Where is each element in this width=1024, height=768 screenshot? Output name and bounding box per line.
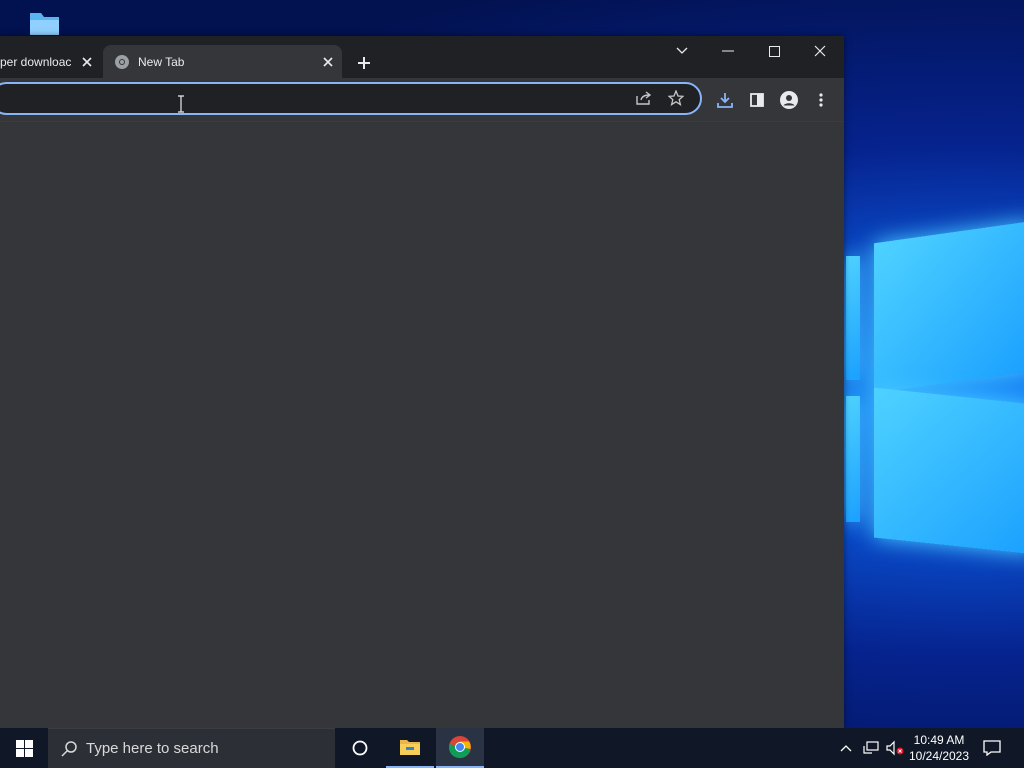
close-tab-icon[interactable] xyxy=(318,52,338,72)
chrome-icon xyxy=(448,736,471,759)
clock-date: 10/24/2023 xyxy=(908,749,970,763)
volume-muted-icon xyxy=(886,740,904,756)
close-icon xyxy=(814,45,826,57)
bookmark-star-icon[interactable] xyxy=(664,86,688,110)
browser-toolbar xyxy=(0,78,844,122)
tab-strip: per downloac New Tab xyxy=(0,36,844,78)
start-button[interactable] xyxy=(0,728,48,768)
notification-icon xyxy=(983,740,1001,756)
file-explorer-button[interactable] xyxy=(386,728,434,768)
close-tab-icon[interactable] xyxy=(77,52,97,72)
taskbar: Type here to search 10:49 AM 10/24/2023 xyxy=(0,728,1024,768)
network-icon xyxy=(863,741,879,754)
profile-avatar-icon[interactable] xyxy=(777,88,801,112)
cortana-circle-icon xyxy=(352,740,368,756)
chrome-taskbar-button[interactable] xyxy=(436,728,484,768)
address-bar[interactable] xyxy=(0,82,702,115)
maximize-icon xyxy=(768,45,780,57)
tab-title: New Tab xyxy=(138,54,185,69)
share-icon[interactable] xyxy=(632,86,656,110)
download-icon[interactable] xyxy=(713,88,737,112)
tab-new-tab[interactable]: New Tab xyxy=(103,45,342,78)
tab-downloads[interactable]: per downloac xyxy=(0,45,101,78)
search-icon xyxy=(61,740,77,757)
tab-title: per downloac xyxy=(0,54,72,69)
cortana-button[interactable] xyxy=(336,728,384,768)
taskbar-clock[interactable]: 10:49 AM 10/24/2023 xyxy=(908,732,970,764)
volume-button[interactable] xyxy=(884,728,906,768)
taskbar-search-box[interactable]: Type here to search xyxy=(48,728,335,768)
wallpaper-logo-pane xyxy=(874,220,1024,394)
maximize-button[interactable] xyxy=(751,36,797,66)
show-hidden-icons-button[interactable] xyxy=(836,728,856,768)
folder-icon[interactable] xyxy=(29,12,60,36)
close-window-button[interactable] xyxy=(797,36,843,66)
page-content xyxy=(0,122,844,728)
file-explorer-icon xyxy=(400,740,420,755)
address-input[interactable] xyxy=(6,89,630,111)
plus-icon xyxy=(358,57,370,69)
chrome-favicon-icon xyxy=(115,54,129,69)
chevron-up-icon xyxy=(840,745,852,752)
side-panel-icon[interactable] xyxy=(745,88,769,112)
minimize-button[interactable] xyxy=(705,36,751,66)
minimize-icon xyxy=(722,50,734,52)
action-center-button[interactable] xyxy=(976,728,1008,768)
new-tab-button[interactable] xyxy=(352,51,376,75)
browser-window: per downloac New Tab xyxy=(0,36,844,728)
network-status-button[interactable] xyxy=(860,728,882,768)
wallpaper-logo-pane xyxy=(846,256,860,380)
wallpaper-logo-pane xyxy=(846,396,860,522)
windows-logo-icon xyxy=(15,739,33,757)
search-placeholder: Type here to search xyxy=(86,740,219,757)
menu-kebab-icon[interactable] xyxy=(809,88,833,112)
chevron-down-icon xyxy=(676,47,688,54)
text-cursor-icon xyxy=(178,95,184,113)
wallpaper-logo-pane xyxy=(874,387,1024,555)
clock-time: 10:49 AM xyxy=(913,733,965,747)
tab-search-button[interactable] xyxy=(659,36,705,66)
